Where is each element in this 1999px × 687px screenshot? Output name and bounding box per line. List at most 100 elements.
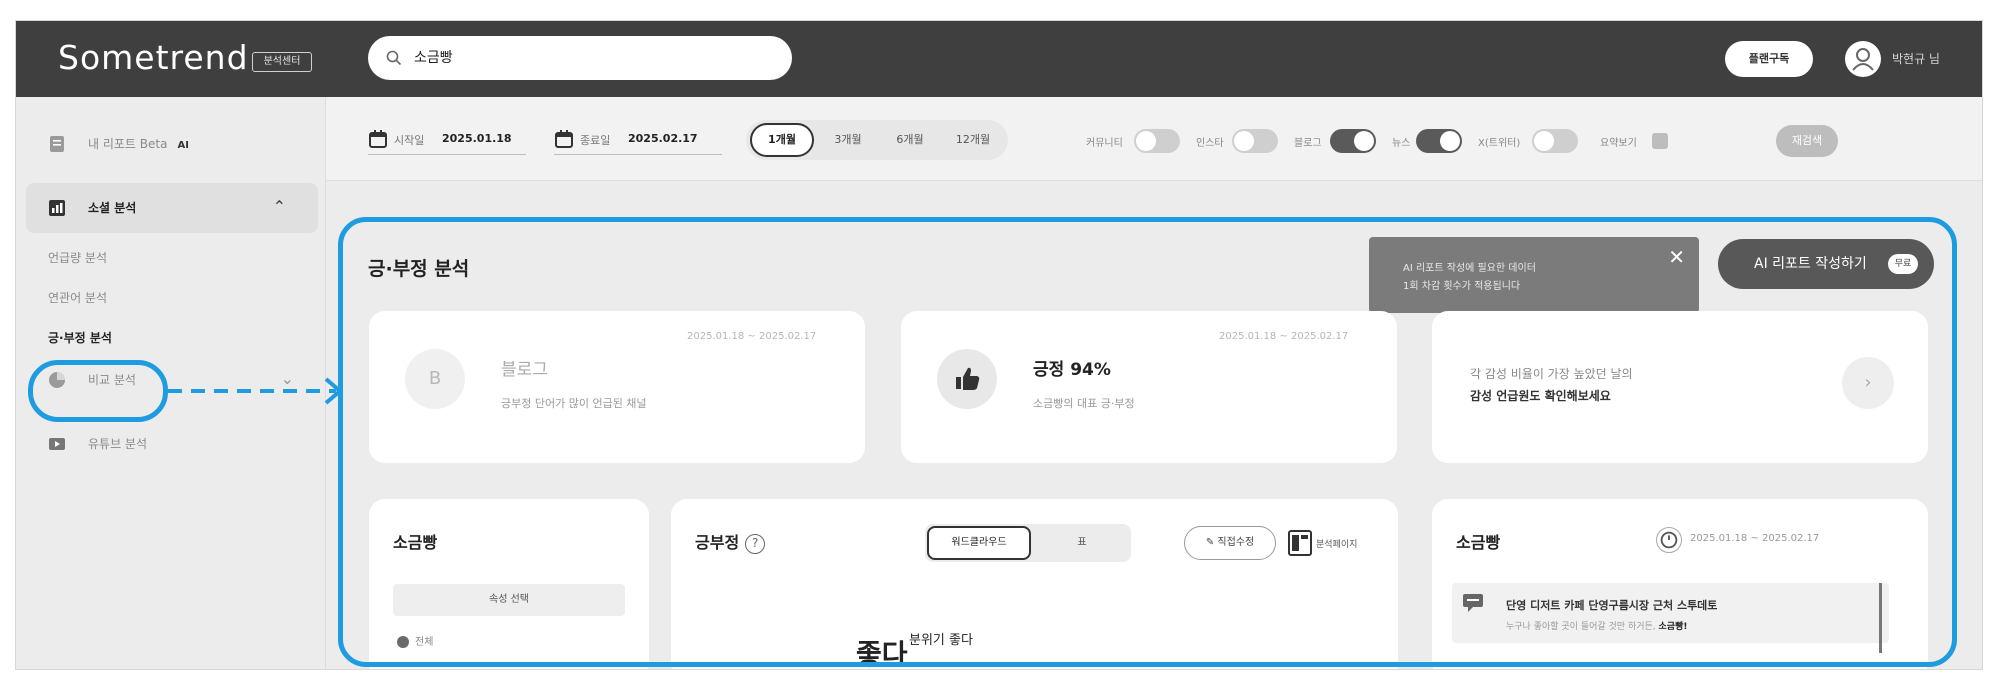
avatar[interactable] bbox=[1845, 41, 1881, 77]
sidebar-item-label: 유튜브 분석 bbox=[88, 437, 148, 451]
pie-chart-icon bbox=[49, 372, 65, 388]
brand-logo[interactable]: Sometrend bbox=[58, 38, 249, 77]
direct-edit-button[interactable]: ✎ 직접수정 bbox=[1184, 526, 1276, 560]
channel-avatar: B bbox=[405, 349, 465, 409]
option-label: 요약보기 bbox=[1600, 138, 1637, 149]
bar-chart-icon bbox=[49, 200, 65, 216]
chevron-right-icon[interactable]: › bbox=[1842, 357, 1894, 409]
calendar-icon bbox=[369, 130, 387, 148]
attribute-select-button[interactable]: 속성 선택 bbox=[393, 584, 625, 616]
research-button[interactable]: 재검색 bbox=[1776, 125, 1838, 157]
video-icon bbox=[49, 438, 65, 450]
ai-report-badge: 무료 bbox=[1888, 254, 1918, 274]
start-date-label: 시작일 bbox=[394, 134, 425, 147]
chevron-down-icon[interactable]: ⌄ bbox=[281, 369, 294, 388]
user-name[interactable]: 박현규 님 bbox=[1892, 50, 1940, 67]
user-avatar-icon bbox=[1852, 48, 1874, 71]
start-date-picker[interactable]: 시작일 2025.01.18 bbox=[368, 125, 526, 155]
clock-icon bbox=[1656, 527, 1682, 553]
sidebar-item-label: 내 리포트 Beta bbox=[88, 137, 168, 151]
panel-title: 소금빵 bbox=[393, 533, 438, 552]
chevron-up-icon[interactable]: ⌃ bbox=[273, 197, 286, 216]
ai-report-button[interactable]: AI 리포트 작성하기 무료 bbox=[1718, 239, 1934, 289]
panel-title: 소금빵 bbox=[1456, 533, 1501, 552]
post-snippet-keyword: 소금빵! bbox=[1658, 622, 1688, 632]
pencil-icon: ✎ bbox=[1205, 537, 1218, 548]
toggle-instagram[interactable] bbox=[1232, 129, 1278, 153]
channel-label: 인스타 bbox=[1196, 138, 1224, 149]
list-item[interactable]: 단영 디저트 카페 단영구름시장 근처 스투데토 누구나 좋아할 곳이 들어갈 … bbox=[1452, 583, 1889, 643]
sidebar-item-compare[interactable]: 비교 분석 ⌄ bbox=[16, 355, 326, 405]
view-toggle: 워드클라우드 표 bbox=[925, 524, 1131, 562]
option-label: 전체 bbox=[415, 637, 434, 648]
calendar-icon bbox=[555, 130, 573, 148]
tooltip-line-2: 1회 차감 횟수가 적용됩니다 bbox=[1403, 281, 1521, 292]
help-icon[interactable]: ? bbox=[745, 533, 766, 554]
sidebar-item-youtube[interactable]: 유튜브 분석 bbox=[16, 419, 326, 469]
sidebar: 내 리포트 Beta AI 소셜 분석 ⌃ 언급량 분석 연관어 분석 긍·부정 … bbox=[16, 97, 326, 669]
card-subtitle: 긍부정 단어가 많이 언급된 채널 bbox=[501, 397, 647, 410]
app-window: Sometrend 분석센터 소금빵 플랜구독 박현규 님 내 리포트 Beta… bbox=[15, 20, 1983, 670]
source-posts-panel: 소금빵 2025.01.18 ~ 2025.02.17 단영 디저트 카페 단영… bbox=[1432, 499, 1928, 669]
brand-badge: 분석센터 bbox=[252, 52, 312, 72]
sidebar-sub-mentions[interactable]: 언급량 분석 bbox=[48, 249, 107, 266]
start-date-value: 2025.01.18 bbox=[442, 132, 512, 145]
analysis-page-icon[interactable] bbox=[1288, 530, 1312, 556]
summary-card-peak-day[interactable]: 각 감성 비율이 가장 높았던 날의 감성 언급원도 확인해보세요 › bbox=[1432, 311, 1928, 463]
tab-table[interactable]: 표 bbox=[1035, 526, 1129, 560]
period-selector: 1개월 3개월 6개월 12개월 bbox=[746, 120, 1008, 160]
page-title: 긍·부정 분석 bbox=[368, 258, 470, 280]
panel-period: 2025.01.18 ~ 2025.02.17 bbox=[1690, 533, 1820, 544]
card-subtitle: 소금빵의 대표 긍·부정 bbox=[1033, 397, 1135, 410]
wordcloud-word[interactable]: 분위기 좋다 bbox=[909, 629, 973, 648]
channel-label: 블로그 bbox=[1294, 138, 1322, 149]
card-title: 긍정 94% bbox=[1033, 360, 1111, 380]
sidebar-item-label: 비교 분석 bbox=[88, 373, 136, 387]
card-title: 블로그 bbox=[501, 360, 548, 380]
sidebar-sub-sentiment[interactable]: 긍·부정 분석 bbox=[48, 329, 112, 346]
sentiment-wordcloud-panel: 긍부정? 워드클라우드 표 ✎ 직접수정 분석페이지 좋다 분위기 좋다 bbox=[671, 499, 1398, 669]
option-all[interactable]: 전체 bbox=[397, 633, 433, 648]
end-date-label: 종료일 bbox=[580, 134, 611, 147]
card-line-2: 감성 언급원도 확인해보세요 bbox=[1470, 389, 1611, 403]
post-snippet: 누구나 좋아할 곳이 들어갈 것만 하거든, 소금빵! bbox=[1506, 619, 1687, 632]
sidebar-item-social-analysis[interactable]: 소셜 분석 ⌃ bbox=[26, 183, 318, 233]
analysis-page-label[interactable]: 분석페이지 bbox=[1316, 537, 1357, 550]
period-3-months[interactable]: 3개월 bbox=[818, 120, 878, 160]
summary-card-positive: 2025.01.18 ~ 2025.02.17 긍정 94% 소금빵의 대표 긍… bbox=[901, 311, 1397, 463]
toggle-community[interactable] bbox=[1134, 129, 1180, 153]
card-period: 2025.01.18 ~ 2025.02.17 bbox=[687, 331, 817, 342]
period-12-months[interactable]: 12개월 bbox=[942, 120, 1004, 160]
thumbs-up-icon bbox=[956, 367, 980, 390]
search-value: 소금빵 bbox=[414, 50, 453, 66]
radio-icon bbox=[397, 636, 409, 648]
tooltip-line-1: AI 리포트 작성에 필요한 데이터 bbox=[1403, 263, 1536, 274]
close-icon[interactable]: ✕ bbox=[1668, 245, 1685, 269]
document-icon bbox=[50, 136, 64, 152]
ai-report-label: AI 리포트 작성하기 bbox=[1754, 256, 1867, 272]
card-line-1: 각 감성 비율이 가장 높았던 날의 bbox=[1470, 367, 1633, 381]
period-1-month[interactable]: 1개월 bbox=[750, 123, 814, 157]
tab-wordcloud[interactable]: 워드클라우드 bbox=[927, 526, 1031, 560]
summary-checkbox[interactable] bbox=[1652, 133, 1668, 149]
sidebar-sub-related-words[interactable]: 연관어 분석 bbox=[48, 289, 107, 306]
attribute-panel: 소금빵 속성 선택 전체 bbox=[369, 499, 649, 669]
panel-title-text: 긍부정 bbox=[695, 533, 740, 552]
sidebar-item-my-report[interactable]: 내 리포트 Beta AI bbox=[16, 119, 326, 169]
list-scrollbar[interactable] bbox=[1879, 583, 1882, 653]
search-icon bbox=[386, 50, 402, 66]
top-bar: Sometrend 분석센터 소금빵 플랜구독 박현규 님 bbox=[16, 21, 1982, 97]
sidebar-item-label: 소셜 분석 bbox=[88, 201, 137, 215]
toggle-x[interactable] bbox=[1532, 129, 1578, 153]
search-input[interactable]: 소금빵 bbox=[368, 36, 792, 80]
wordcloud-word[interactable]: 좋다 bbox=[856, 633, 908, 669]
period-6-months[interactable]: 6개월 bbox=[880, 120, 940, 160]
upgrade-button[interactable]: 플랜구독 bbox=[1725, 41, 1813, 77]
post-snippet-text: 누구나 좋아할 곳이 들어갈 것만 하거든, bbox=[1506, 622, 1659, 632]
ai-report-tooltip: AI 리포트 작성에 필요한 데이터 1회 차감 횟수가 적용됩니다 ✕ bbox=[1369, 237, 1699, 313]
toggle-news[interactable] bbox=[1416, 129, 1462, 153]
post-title: 단영 디저트 카페 단영구름시장 근처 스투데토 bbox=[1506, 599, 1718, 612]
end-date-picker[interactable]: 종료일 2025.02.17 bbox=[554, 125, 722, 155]
toggle-blog[interactable] bbox=[1330, 129, 1376, 153]
ai-tag: AI bbox=[177, 140, 189, 151]
